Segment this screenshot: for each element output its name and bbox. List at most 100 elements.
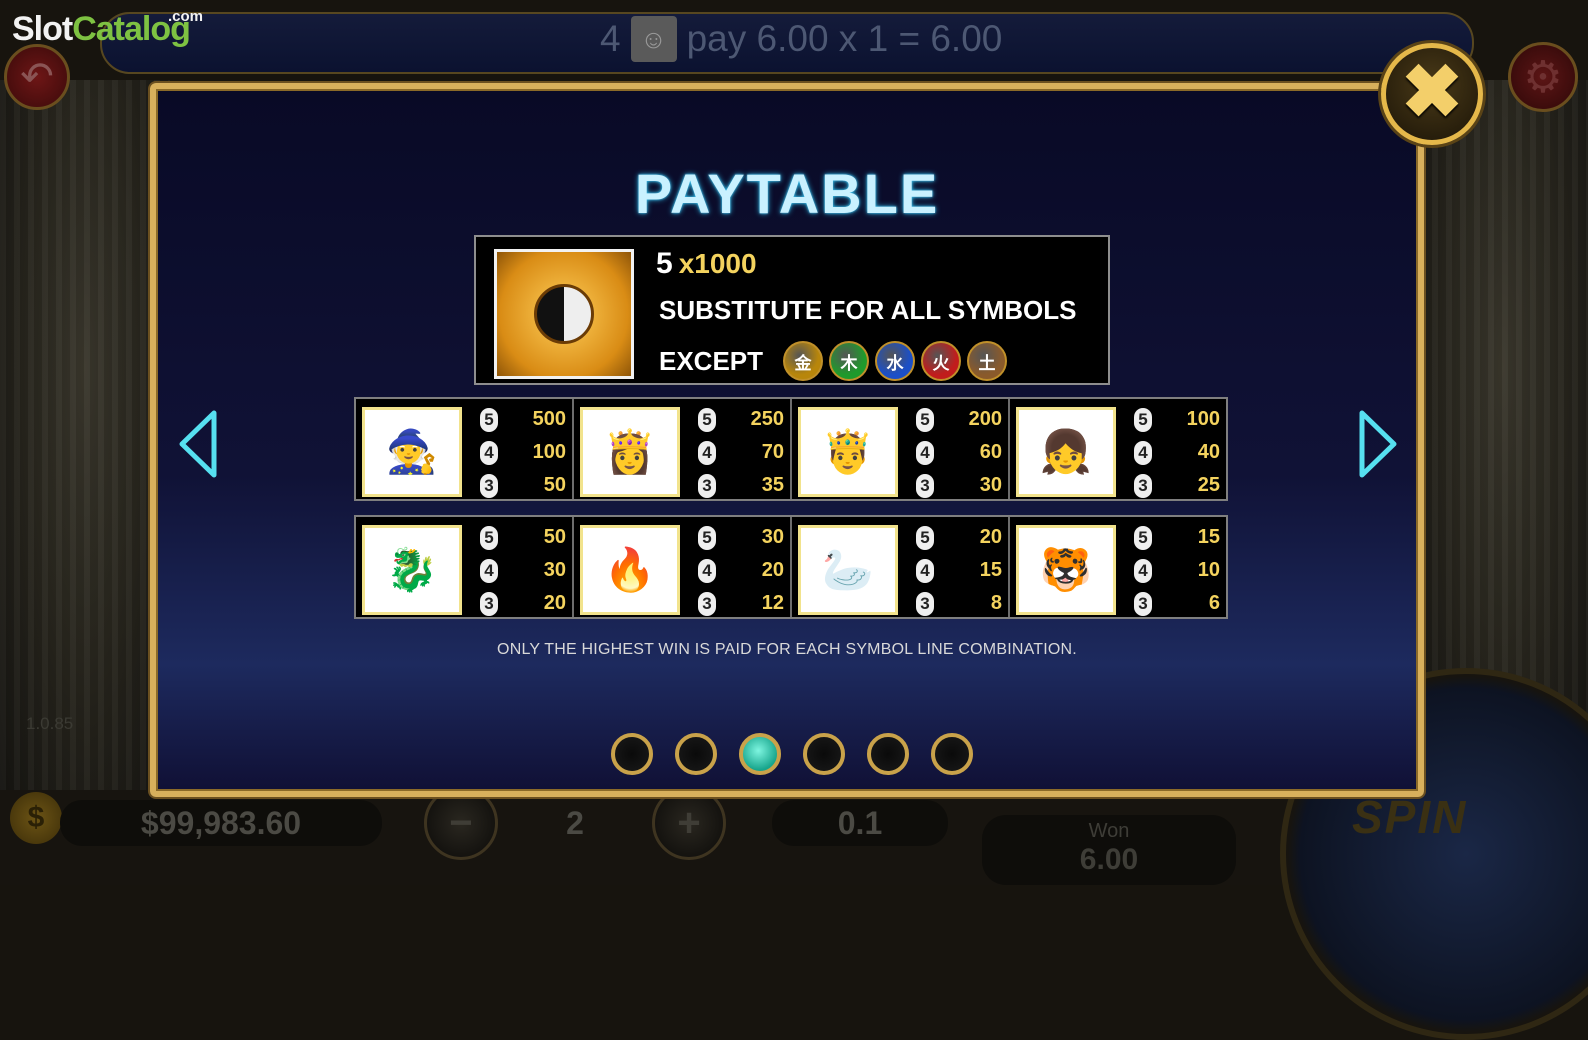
payout-amount: 10 — [1197, 559, 1220, 581]
payout-amount: 20 — [543, 592, 566, 614]
payout-row: 4 60 — [916, 436, 1002, 469]
symbol-payouts: 5 200 4 60 3 30 — [916, 403, 1002, 502]
payout-amount: 6 — [1208, 592, 1220, 614]
payout-amount: 50 — [543, 474, 566, 496]
logo-part-1: Slot — [12, 10, 73, 48]
back-arrow-icon: ↶ — [20, 55, 54, 99]
match-count-badge: 3 — [698, 473, 716, 498]
match-count-badge: 3 — [480, 591, 498, 616]
page-dot[interactable] — [803, 733, 845, 775]
payout-row: 5 15 — [1134, 521, 1220, 554]
next-page-button[interactable] — [1354, 409, 1400, 479]
payout-row: 3 12 — [698, 587, 784, 620]
dragon-icon: 🐉 — [362, 525, 462, 615]
match-count-badge: 3 — [480, 473, 498, 498]
match-count-badge: 5 — [916, 525, 934, 550]
match-count-badge: 4 — [698, 440, 716, 465]
match-count-badge: 4 — [1134, 558, 1152, 583]
payout-amount: 250 — [750, 408, 784, 430]
crane-icon: 🦢 — [798, 525, 898, 615]
spin-label: SPIN — [1352, 791, 1468, 843]
payout-amount: 20 — [979, 526, 1002, 548]
increase-lines-button[interactable]: + — [652, 786, 726, 860]
win-pay-text: pay 6.00 x 1 = 6.00 — [686, 18, 1003, 59]
blue-tiger-icon: 🐯 — [1016, 525, 1116, 615]
swordsman-small-icon: ☺ — [630, 16, 677, 62]
old-sage-icon: 🧙 — [362, 407, 462, 497]
payout-amount: 200 — [968, 408, 1002, 430]
element-orb-icon: 土 — [967, 341, 1008, 381]
wild-description: SUBSTITUTE FOR ALL SYMBOLS — [659, 295, 1077, 325]
phoenix-icon: 🔥 — [580, 525, 680, 615]
won-display: Won 6.00 — [982, 815, 1236, 885]
symbol-cell: 🔥 5 30 4 20 3 12 — [574, 517, 792, 617]
page-indicator — [611, 733, 973, 775]
coin-icon: $ — [10, 792, 62, 844]
symbol-cell: 🧙 5 500 4 100 3 50 — [356, 399, 574, 499]
match-count-badge: 5 — [916, 407, 934, 432]
swordsman-icon: 🤴 — [798, 407, 898, 497]
payout-amount: 25 — [1197, 474, 1220, 496]
symbol-cell: 🐯 5 15 4 10 3 6 — [1010, 517, 1226, 617]
payout-row: 5 50 — [480, 521, 566, 554]
watermark-logo: SlotCatalog .com — [12, 8, 203, 49]
payout-amount: 35 — [761, 474, 784, 496]
payout-row: 5 250 — [698, 403, 784, 436]
won-value: 6.00 — [1079, 843, 1139, 876]
payout-amount: 15 — [1197, 526, 1220, 548]
element-orb-icon: 木 — [829, 341, 870, 381]
paytable-row-2: 🐉 5 50 4 30 3 20 🔥 5 30 4 20 3 12 🦢 5 20 4 15 3 8 🐯 5 15 4 10 3 6 — [354, 515, 1228, 619]
decrease-lines-button[interactable]: − — [424, 786, 498, 860]
symbol-cell: 👸 5 250 4 70 3 35 — [574, 399, 792, 499]
symbol-cell: 🦢 5 20 4 15 3 8 — [792, 517, 1010, 617]
match-count-badge: 5 — [698, 407, 716, 432]
payout-amount: 20 — [761, 559, 784, 581]
payout-row: 36 — [1134, 587, 1220, 620]
balance-display: $99,983.60 — [60, 800, 382, 846]
symbol-cell: 🐉 5 50 4 30 3 20 — [356, 517, 574, 617]
payout-row: 3 30 — [916, 469, 1002, 502]
close-icon: ✖ — [1400, 50, 1463, 133]
close-button[interactable]: ✖ — [1381, 43, 1483, 145]
page-dot[interactable] — [931, 733, 973, 775]
lines-value: 2 — [566, 804, 584, 841]
match-count-badge: 3 — [698, 591, 716, 616]
page-dot[interactable] — [739, 733, 781, 775]
wild-symbol-panel: 5 x1000 SUBSTITUTE FOR ALL SYMBOLS EXCEPT… — [474, 235, 1110, 385]
match-count-badge: 5 — [480, 407, 498, 432]
element-orb-icon: 金 — [783, 341, 824, 381]
payout-row: 4 40 — [1134, 436, 1220, 469]
wild-count: 5 — [656, 247, 673, 280]
match-count-badge: 4 — [1134, 440, 1152, 465]
payout-row: 5 30 — [698, 521, 784, 554]
paytable-note: ONLY THE HIGHEST WIN IS PAID FOR EACH SY… — [497, 641, 1077, 658]
wild-payout: 5 x1000 — [656, 247, 757, 281]
logo-suffix: .com — [168, 8, 204, 25]
page-dot[interactable] — [867, 733, 909, 775]
page-dot[interactable] — [675, 733, 717, 775]
payout-row: 3 20 — [480, 587, 566, 620]
symbol-payouts: 5 15 4 10 3 6 — [1134, 521, 1220, 620]
match-count-badge: 5 — [480, 525, 498, 550]
paytable-row-1: 🧙 5 500 4 100 3 50 👸 5 250 4 70 3 35 🤴 5 200 4 60 3 30 👧 5 100 4… — [354, 397, 1228, 501]
gear-icon: ⚙ — [1523, 52, 1563, 102]
page-dot[interactable] — [611, 733, 653, 775]
payout-row: 4 30 — [480, 554, 566, 587]
payout-amount: 500 — [532, 408, 566, 430]
symbol-payouts: 5 20 4 15 3 8 — [916, 521, 1002, 620]
girl-icon: 👧 — [1016, 407, 1116, 497]
match-count-badge: 5 — [1134, 407, 1152, 432]
payout-amount: 70 — [761, 441, 784, 463]
prev-page-button[interactable] — [176, 409, 222, 479]
payout-row: 4 10 — [1134, 554, 1220, 587]
settings-button[interactable]: ⚙ — [1508, 42, 1578, 112]
bet-value[interactable]: 0.1 — [772, 800, 948, 846]
symbol-payouts: 5 100 4 40 3 25 — [1134, 403, 1220, 502]
warrior-woman-icon: 👸 — [580, 407, 680, 497]
payout-row: 3 50 — [480, 469, 566, 502]
symbol-payouts: 5 30 4 20 3 12 — [698, 521, 784, 620]
back-button[interactable]: ↶ — [4, 44, 70, 110]
payout-amount: 30 — [761, 526, 784, 548]
payout-row: 4 15 — [916, 554, 1002, 587]
payout-row: 5 20 — [916, 521, 1002, 554]
